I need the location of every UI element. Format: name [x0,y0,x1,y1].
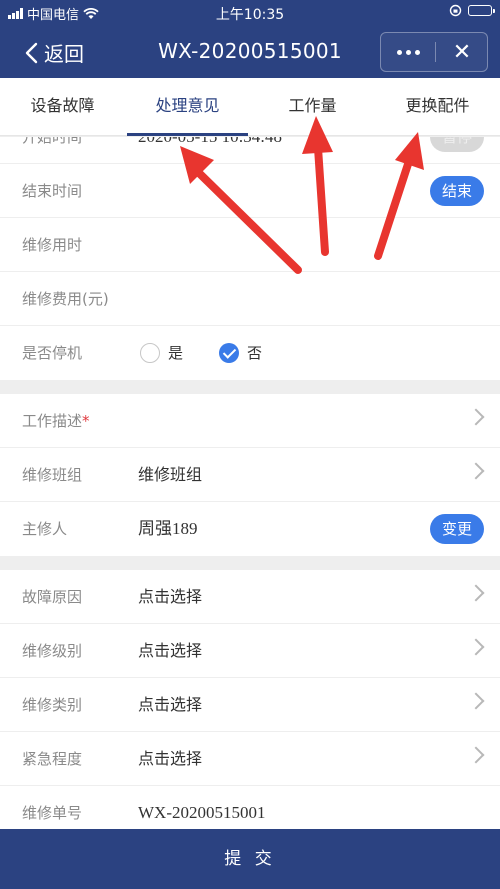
repair-level-value: 点击选择 [138,641,203,660]
end-time-row: 结束时间 结束 [0,164,500,218]
repair-level-row[interactable]: 维修级别 点击选择 [0,624,500,678]
cost-label: 维修费用(元) [22,290,109,308]
lead-label: 主修人 [22,520,68,538]
tab-device-fault[interactable]: 设备故障 [0,78,125,136]
nav-bar: 返回 WX-20200515001 ✕ [0,26,500,78]
radio-unchecked-icon [140,342,160,363]
work-desc-label: 工作描述* [22,412,90,430]
close-icon[interactable]: ✕ [436,33,488,71]
order-number-label: 维修单号 [22,804,83,822]
cost-row[interactable]: 维修费用(元) [0,272,500,326]
chevron-right-icon [467,692,485,710]
submit-button[interactable]: 提 交 [0,829,500,889]
downtime-row: 是否停机 是 否 [0,326,500,380]
downtime-no-radio[interactable]: 否 [219,342,262,363]
order-number-row: 维修单号 WX-20200515001 [0,786,500,829]
fault-cause-label: 故障原因 [22,588,83,606]
tab-replace-parts[interactable]: 更换配件 [375,78,500,136]
fault-cause-value: 点击选择 [138,587,203,606]
lead-value: 周强189 [138,519,198,538]
section-gap [0,380,500,394]
section-gap [0,556,500,570]
duration-label: 维修用时 [22,236,83,254]
fault-cause-row[interactable]: 故障原因 点击选择 [0,570,500,624]
downtime-yes-label: 是 [168,344,184,362]
work-desc-row[interactable]: 工作描述* [0,394,500,448]
chevron-right-icon [467,584,485,602]
form-content[interactable]: 开始时间 2020-05-15 10:34:48 暂停 结束时间 结束 维修用时… [0,137,500,829]
timing-section: 开始时间 2020-05-15 10:34:48 暂停 结束时间 结束 维修用时… [0,137,500,380]
classification-section: 故障原因 点击选择 维修级别 点击选择 维修类别 点击选择 紧急程度 点击选择 … [0,570,500,829]
assignment-section: 工作描述* 维修班组 维修班组 主修人 周强189 变更 [0,394,500,556]
start-time-row: 开始时间 2020-05-15 10:34:48 暂停 [0,137,500,164]
radio-checked-icon [219,342,239,363]
change-button[interactable]: 变更 [429,514,484,544]
urgency-value: 点击选择 [138,749,203,768]
mini-program-capsule: ✕ [380,32,488,72]
repair-type-label: 维修类别 [22,696,83,714]
urgency-label: 紧急程度 [22,750,83,768]
chevron-right-icon [467,746,485,764]
tab-bar: 设备故障 处理意见 工作量 更换配件 [0,78,500,136]
lead-row: 主修人 周强189 变更 [0,502,500,556]
downtime-label: 是否停机 [22,344,83,362]
chevron-right-icon [467,462,485,480]
duration-row: 维修用时 [0,218,500,272]
start-time-value: 2020-05-15 10:34:48 [138,137,282,164]
end-time-label: 结束时间 [22,182,83,200]
tab-handling-opinion[interactable]: 处理意见 [125,78,250,136]
repair-type-row[interactable]: 维修类别 点击选择 [0,678,500,732]
team-label: 维修班组 [22,466,83,484]
team-value: 维修班组 [138,465,203,484]
battery-icon [468,5,495,16]
tab-workload[interactable]: 工作量 [250,78,375,136]
rotation-lock-icon [449,4,462,17]
end-button[interactable]: 结束 [429,176,484,206]
order-number-value: WX-20200515001 [138,803,266,822]
chevron-right-icon [467,638,485,656]
repair-level-label: 维修级别 [22,642,83,660]
urgency-row[interactable]: 紧急程度 点击选择 [0,732,500,786]
chevron-right-icon [467,408,485,426]
team-row[interactable]: 维修班组 维修班组 [0,448,500,502]
more-dots-icon[interactable] [381,33,435,71]
status-right [449,4,495,17]
status-bar: 中国电信 上午10:35 [0,0,500,26]
required-mark: * [82,412,90,430]
pause-button[interactable]: 暂停 [429,137,484,152]
start-time-label: 开始时间 [22,137,83,146]
repair-type-value: 点击选择 [138,695,203,714]
downtime-no-label: 否 [247,344,263,362]
downtime-yes-radio[interactable]: 是 [140,342,183,363]
status-time: 上午10:35 [215,7,285,23]
